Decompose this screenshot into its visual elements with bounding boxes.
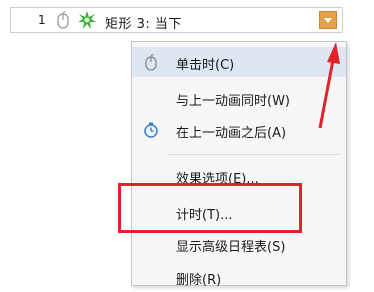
- mouse-icon: [57, 11, 69, 29]
- animation-context-menu: 单击时(C) 与上一动画同时(W) 在上一动画之后(A) 效果选项(E)... …: [131, 41, 347, 288]
- menu-item-label: 与上一动画同时(W): [176, 94, 290, 109]
- clock-icon: [144, 122, 158, 138]
- menu-item-label: 在上一动画之后(A): [176, 126, 287, 141]
- menu-separator: [168, 154, 340, 155]
- animation-list-item[interactable]: 1 矩形 3: 当下: [10, 7, 343, 33]
- animation-name: 矩形 3: 当下: [105, 17, 182, 32]
- dropdown-arrow-icon[interactable]: [319, 11, 337, 29]
- menu-item-after-previous[interactable]: 在上一动画之后(A): [132, 115, 346, 145]
- highlight-box: [118, 183, 302, 233]
- menu-item-show-advanced-timeline[interactable]: 显示高级日程表(S): [132, 229, 346, 259]
- menu-item-label: 单击时(C): [176, 58, 235, 73]
- animation-order-number: 1: [38, 13, 46, 27]
- mouse-icon: [145, 54, 157, 71]
- menu-item-label: 显示高级日程表(S): [176, 240, 286, 255]
- menu-item-label: 删除(R): [176, 273, 222, 288]
- menu-item-delete[interactable]: 删除(R): [132, 262, 346, 292]
- menu-item-with-previous[interactable]: 与上一动画同时(W): [132, 83, 346, 113]
- menu-item-on-click[interactable]: 单击时(C): [132, 47, 346, 77]
- star-burst-icon: [78, 11, 96, 29]
